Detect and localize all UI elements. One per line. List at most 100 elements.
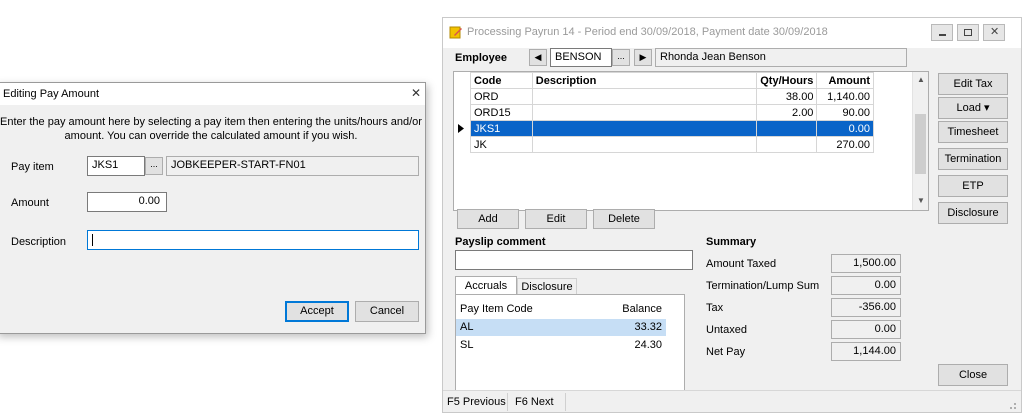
maximize-icon xyxy=(964,29,972,36)
minimize-icon xyxy=(939,34,946,36)
col-qty-header[interactable]: Qty/Hours xyxy=(756,72,818,89)
maximize-button[interactable] xyxy=(957,24,979,41)
col-description-header[interactable]: Description xyxy=(531,72,758,89)
cell-amount[interactable]: 1,140.00 xyxy=(816,88,874,105)
instructions-line: Enter the pay amount here by selecting a… xyxy=(0,116,422,128)
triangle-right-icon: ▶ xyxy=(639,52,647,62)
cell-qty[interactable]: 2.00 xyxy=(756,104,818,121)
pay-item-name-field: JOBKEEPER-START-FN01 xyxy=(166,156,419,176)
payslip-comment-input[interactable] xyxy=(455,250,693,270)
pay-items-table: Code Description Qty/Hours Amount ORD 38… xyxy=(470,72,874,153)
cell-code[interactable]: ORD xyxy=(470,88,533,105)
status-prev-shortcut[interactable]: F5 Previous xyxy=(447,396,506,408)
cell-qty[interactable]: 38.00 xyxy=(756,88,818,105)
tax-label: Tax xyxy=(706,302,724,314)
dialog-titlebar: Editing Pay Amount ✕ xyxy=(0,83,425,105)
employee-code-input[interactable]: BENSON xyxy=(550,48,612,67)
description-input[interactable] xyxy=(87,230,419,250)
untaxed-value: 0.00 xyxy=(831,320,901,339)
payslip-comment-label: Payslip comment xyxy=(455,236,546,248)
cell-code[interactable]: ORD15 xyxy=(470,104,533,121)
status-next-shortcut[interactable]: F6 Next xyxy=(515,396,554,408)
add-button[interactable]: Add xyxy=(457,209,519,229)
termination-button[interactable]: Termination xyxy=(938,148,1008,170)
resize-grip-icon[interactable] xyxy=(1007,400,1017,410)
employee-lookup-button[interactable]: ... xyxy=(612,49,630,66)
etp-button[interactable]: ETP xyxy=(938,175,1008,197)
cell-code[interactable]: JK xyxy=(470,136,533,153)
tab-disclosure[interactable]: Disclosure xyxy=(517,278,577,295)
cancel-button[interactable]: Cancel xyxy=(355,301,419,322)
table-row-selected[interactable]: JKS1 0.00 xyxy=(470,120,874,137)
cell-description[interactable] xyxy=(531,136,758,153)
cell-amount[interactable]: 90.00 xyxy=(816,104,874,121)
table-row[interactable]: ORD15 2.00 90.00 xyxy=(470,104,874,121)
grid-scrollbar[interactable]: ▲ ▼ xyxy=(912,72,928,210)
window-close-button[interactable]: ✕ xyxy=(983,24,1005,41)
cell-description[interactable] xyxy=(531,88,758,105)
cell-description[interactable] xyxy=(531,120,758,137)
chevron-down-icon[interactable]: ▼ xyxy=(917,196,925,205)
chevron-up-icon[interactable]: ▲ xyxy=(917,75,925,84)
col-code-header[interactable]: Code xyxy=(470,72,533,89)
tax-value: -356.00 xyxy=(831,298,901,317)
accept-button[interactable]: Accept xyxy=(285,301,349,322)
list-item[interactable]: SL 24.30 xyxy=(456,337,666,354)
pencil-icon xyxy=(449,26,462,39)
table-row[interactable]: JK 270.00 xyxy=(470,136,874,153)
accruals-header-balance[interactable]: Balance xyxy=(606,303,662,315)
scrollbar-thumb[interactable] xyxy=(915,114,926,174)
accruals-header-code[interactable]: Pay Item Code xyxy=(460,303,533,315)
ellipsis-icon: ... xyxy=(617,51,625,61)
cell-amount[interactable]: 0.00 xyxy=(816,120,874,137)
disclosure-button[interactable]: Disclosure xyxy=(938,202,1008,224)
termination-lump-sum-value: 0.00 xyxy=(831,276,901,295)
cell-qty[interactable] xyxy=(756,136,818,153)
dialog-instructions: Enter the pay amount here by selecting a… xyxy=(0,115,425,143)
pay-item-lookup-button[interactable]: ... xyxy=(145,157,163,175)
status-divider xyxy=(507,393,508,411)
accrual-code: AL xyxy=(460,321,474,333)
amount-label: Amount xyxy=(11,197,49,209)
col-amount-header[interactable]: Amount xyxy=(816,72,874,89)
window-title: Processing Payrun 14 - Period end 30/09/… xyxy=(467,26,828,38)
triangle-left-icon: ◀ xyxy=(534,52,542,62)
employee-name-field: Rhonda Jean Benson xyxy=(655,48,907,67)
list-item-selected[interactable]: AL 33.32 xyxy=(456,319,666,336)
cell-qty[interactable] xyxy=(756,120,818,137)
amount-taxed-value: 1,500.00 xyxy=(831,254,901,273)
status-bar: F5 Previous F6 Next xyxy=(443,390,1021,412)
row-indicator-column xyxy=(454,72,470,210)
next-employee-button[interactable]: ▶ xyxy=(634,49,652,66)
close-button[interactable]: Close xyxy=(938,364,1008,386)
accruals-panel: Pay Item Code Balance AL 33.32 SL 24.30 xyxy=(455,294,685,394)
pay-item-code-input[interactable]: JKS1 xyxy=(87,156,145,176)
accrual-balance: 33.32 xyxy=(634,321,662,333)
net-pay-label: Net Pay xyxy=(706,346,746,358)
table-row[interactable]: ORD 38.00 1,140.00 xyxy=(470,88,874,105)
text-caret xyxy=(92,234,93,246)
ellipsis-icon: ... xyxy=(150,159,158,169)
timesheet-button[interactable]: Timesheet xyxy=(938,121,1008,143)
instructions-line: amount. You can override the calculated … xyxy=(64,130,358,142)
edit-button[interactable]: Edit xyxy=(525,209,587,229)
dialog-close-button[interactable]: ✕ xyxy=(411,86,421,100)
load-dropdown-button[interactable]: Load ▾ xyxy=(938,97,1008,119)
tab-accruals[interactable]: Accruals xyxy=(455,276,517,295)
amount-input[interactable]: 0.00 xyxy=(87,192,167,212)
previous-employee-button[interactable]: ◀ xyxy=(529,49,547,66)
cell-description[interactable] xyxy=(531,104,758,121)
minimize-button[interactable] xyxy=(931,24,953,41)
cell-amount[interactable]: 270.00 xyxy=(816,136,874,153)
pay-items-grid[interactable]: Code Description Qty/Hours Amount ORD 38… xyxy=(453,71,929,211)
dialog-title: Editing Pay Amount xyxy=(3,88,100,100)
delete-button[interactable]: Delete xyxy=(593,209,655,229)
cell-code[interactable]: JKS1 xyxy=(470,120,533,137)
close-icon: ✕ xyxy=(990,26,1000,38)
edit-pay-amount-dialog: Editing Pay Amount ✕ Enter the pay amoun… xyxy=(0,82,426,334)
edit-tax-button[interactable]: Edit Tax xyxy=(938,73,1008,95)
accrual-balance: 24.30 xyxy=(634,339,662,351)
untaxed-label: Untaxed xyxy=(706,324,747,336)
description-label: Description xyxy=(11,236,67,248)
termination-lump-sum-label: Termination/Lump Sum xyxy=(706,280,820,292)
